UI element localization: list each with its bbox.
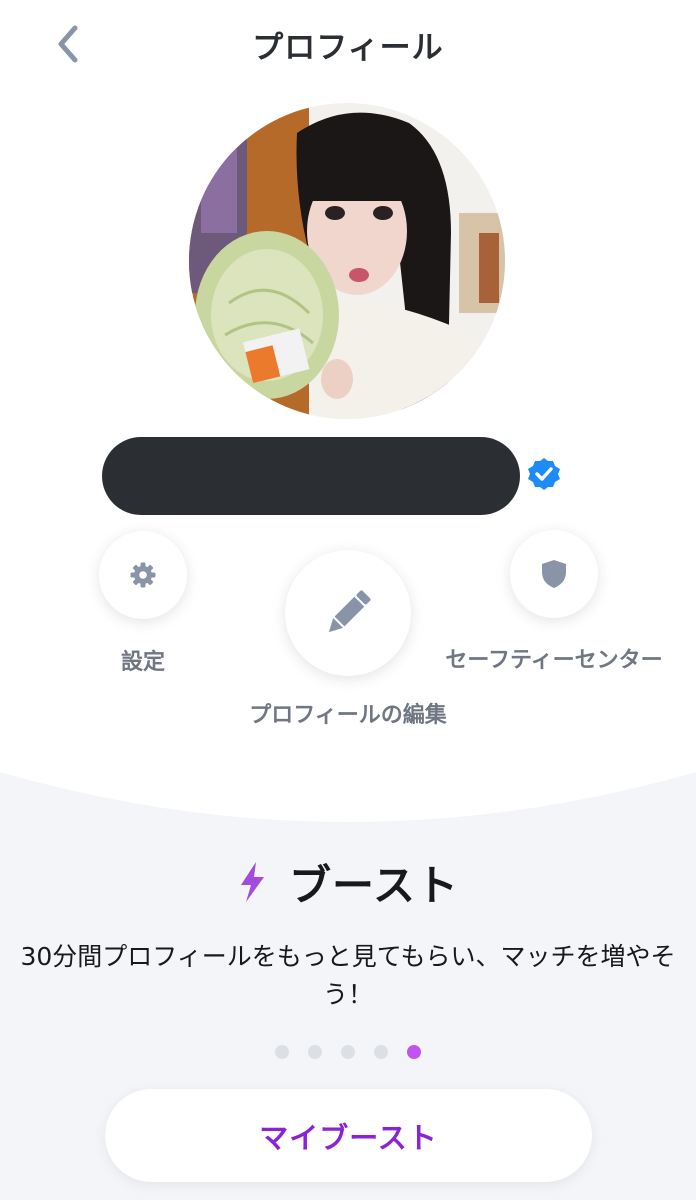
carousel-dot-active[interactable] [407,1045,421,1059]
safety-center-button[interactable] [510,530,598,618]
carousel-dot[interactable] [341,1045,355,1059]
boost-description: 30分間プロフィールをもっと見てもらい、マッチを増やそう！ [20,942,676,1009]
verified-check-icon [528,458,560,490]
safety-center-label: セーフティーセンター [445,648,663,673]
page-title: プロフィール [252,30,444,66]
redacted-name [102,437,520,515]
header: プロフィール [0,0,696,90]
pencil-icon [328,590,371,633]
edit-profile-button[interactable] [285,550,411,676]
avatar[interactable] [189,103,505,419]
my-boost-button[interactable]: マイブースト [105,1089,592,1182]
carousel-dot[interactable] [275,1045,289,1059]
profile-photo [189,103,505,419]
carousel-dot[interactable] [374,1045,388,1059]
shield-icon [542,560,566,588]
edit-profile-label: プロフィールの編集 [249,703,447,728]
gear-icon [130,562,156,588]
boost-header: ブースト [0,852,696,912]
boost-title: ブースト [289,860,459,910]
settings-label: 設定 [120,650,165,675]
lightning-icon [241,862,265,902]
carousel-indicator [0,1045,696,1059]
carousel-dot[interactable] [308,1045,322,1059]
settings-button[interactable] [99,531,187,619]
